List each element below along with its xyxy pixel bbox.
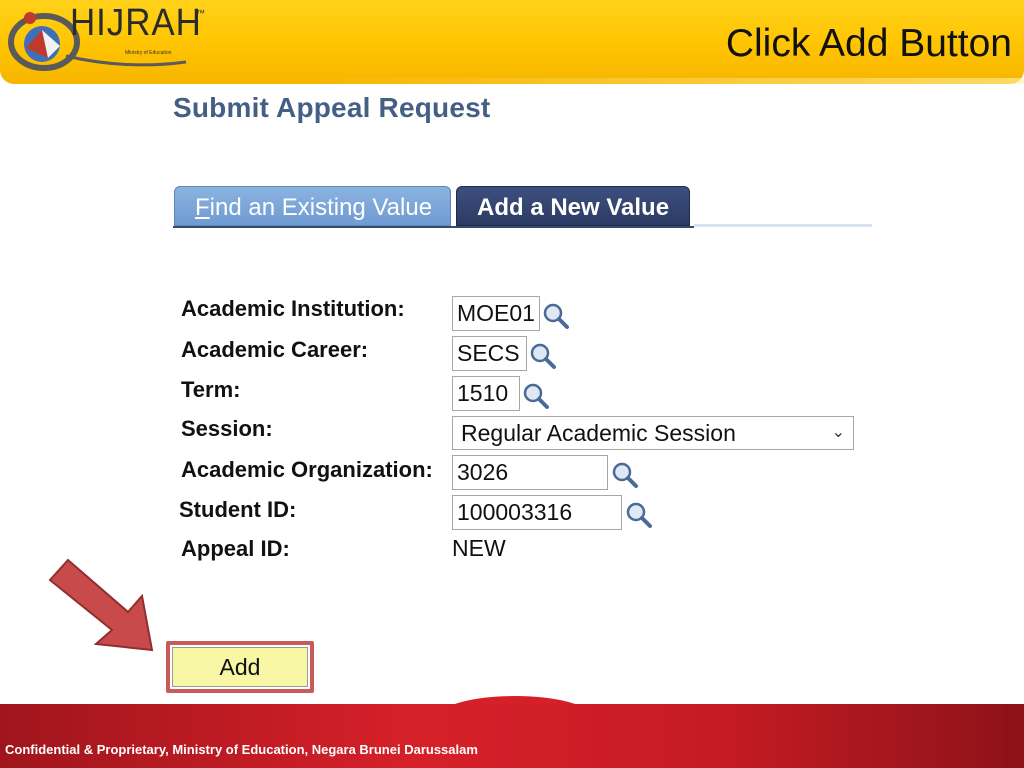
magnifier-lookup-icon[interactable] xyxy=(611,461,639,489)
magnifier-lookup-icon[interactable] xyxy=(625,501,653,529)
header-banner: HIJRAH ™ Ministry of Education Click Add… xyxy=(0,0,1024,84)
session-label: Session: xyxy=(181,416,273,441)
chevron-down-icon: ⌄ xyxy=(831,424,845,441)
tab-add-label: Add a New Value xyxy=(477,194,670,221)
appeal-id-value: NEW xyxy=(452,535,506,561)
logo-subtext: Ministry of Education xyxy=(125,50,172,56)
magnifier-lookup-icon[interactable] xyxy=(529,342,557,370)
academic-institution-input[interactable]: MOE01 xyxy=(452,296,540,331)
academic-institution-label: Academic Institution: xyxy=(181,296,405,321)
student-id-label: Student ID: xyxy=(179,497,297,522)
session-selected-value: Regular Academic Session xyxy=(461,420,736,446)
session-select[interactable]: Regular Academic Session ⌄ xyxy=(452,416,854,450)
student-id-input[interactable]: 100003316 xyxy=(452,495,622,530)
tab-find-label: ind an Existing Value xyxy=(209,194,433,221)
magnifier-lookup-icon[interactable] xyxy=(522,382,550,410)
term-label: Term: xyxy=(181,377,241,402)
academic-career-input[interactable]: SECS xyxy=(452,336,527,371)
footer-text: Confidential & Proprietary, Ministry of … xyxy=(5,742,478,757)
tab-find-existing-value[interactable]: Find an Existing Value xyxy=(174,186,451,226)
tab-find-accesskey: F xyxy=(195,194,210,221)
tab-divider xyxy=(694,224,872,227)
add-button[interactable]: Add xyxy=(172,647,308,687)
tab-underline xyxy=(173,226,694,228)
footer-bar xyxy=(0,704,1024,768)
appeal-id-label: Appeal ID: xyxy=(181,536,290,561)
logo-trademark: ™ xyxy=(196,8,205,18)
slide-title: Click Add Button xyxy=(725,22,1012,65)
academic-organization-label: Academic Organization: xyxy=(181,457,433,482)
academic-organization-input[interactable]: 3026 xyxy=(452,455,608,490)
magnifier-lookup-icon[interactable] xyxy=(542,302,570,330)
term-input[interactable]: 1510 xyxy=(452,376,520,411)
page-title: Submit Appeal Request xyxy=(173,92,491,123)
red-pointer-arrow-icon xyxy=(48,558,154,652)
academic-career-label: Academic Career: xyxy=(181,337,369,362)
tab-add-new-value[interactable]: Add a New Value xyxy=(456,186,690,226)
logo-text: HIJRAH xyxy=(70,2,202,44)
